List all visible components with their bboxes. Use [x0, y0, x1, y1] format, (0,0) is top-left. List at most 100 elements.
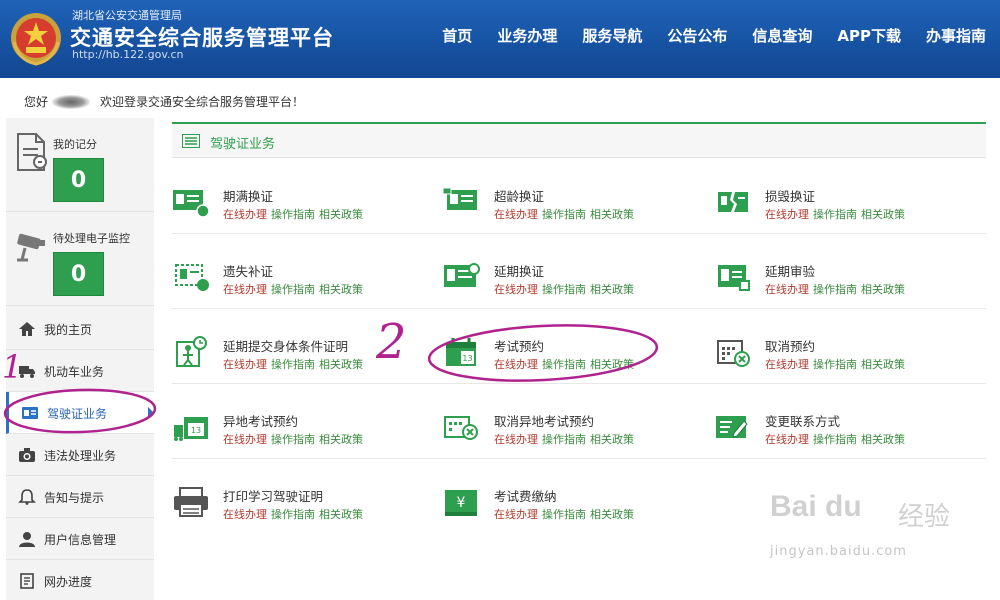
online-link[interactable]: 在线办理 — [223, 433, 267, 446]
guide-link[interactable]: 操作指南 — [542, 283, 586, 296]
service-name[interactable]: 打印学习驾驶证明 — [223, 486, 323, 505]
monitor-panel[interactable]: 待处理电子监控 0 — [6, 212, 154, 306]
sidebar-item-license[interactable]: 驾驶证业务 — [6, 392, 154, 434]
policy-link[interactable]: 相关政策 — [861, 358, 905, 371]
online-link[interactable]: 在线办理 — [494, 508, 538, 521]
sidebar-item-notice[interactable]: 告知与提示 — [6, 476, 154, 518]
service-links: 在线办理 操作指南 相关政策 — [223, 356, 367, 372]
online-link[interactable]: 在线办理 — [494, 358, 538, 371]
service-name[interactable]: 延期审验 — [765, 261, 815, 280]
policy-link[interactable]: 相关政策 — [861, 283, 905, 296]
policy-link[interactable]: 相关政策 — [319, 433, 363, 446]
welcome-text: 欢迎登录交通安全综合服务管理平台！ — [100, 95, 305, 109]
online-link[interactable]: 在线办理 — [223, 208, 267, 221]
monitor-count[interactable]: 0 — [53, 252, 104, 296]
policy-link[interactable]: 相关政策 — [861, 208, 905, 221]
row-divider — [172, 233, 986, 234]
sidebar-item-user[interactable]: 用户信息管理 — [6, 518, 154, 560]
guide-link[interactable]: 操作指南 — [271, 283, 315, 296]
sidebar-item-violation[interactable]: 违法处理业务 — [6, 434, 154, 476]
service-age-renew: 超龄换证 在线办理 操作指南 相关政策 — [443, 184, 693, 228]
policy-link[interactable]: 相关政策 — [590, 508, 634, 521]
service-name[interactable]: 延期提交身体条件证明 — [223, 336, 348, 355]
score-count[interactable]: 0 — [53, 158, 104, 202]
guide-link[interactable]: 操作指南 — [813, 358, 857, 371]
guide-link[interactable]: 操作指南 — [813, 283, 857, 296]
service-name[interactable]: 考试预约 — [494, 336, 544, 355]
license-lost-icon — [175, 264, 209, 291]
policy-link[interactable]: 相关政策 — [590, 358, 634, 371]
service-lost-replace: 遗失补证 在线办理 操作指南 相关政策 — [172, 259, 422, 303]
service-name[interactable]: 损毁换证 — [765, 186, 815, 205]
service-name[interactable]: 异地考试预约 — [223, 411, 298, 430]
service-name[interactable]: 变更联系方式 — [765, 411, 840, 430]
sidebar-item-label: 用户信息管理 — [44, 533, 117, 547]
main-nav: 首页 业务办理 服务导航 公告公布 信息查询 APP下载 办事指南 — [417, 25, 986, 46]
guide-link[interactable]: 操作指南 — [271, 508, 315, 521]
user-icon — [19, 532, 35, 547]
service-delay-review: 延期审验 在线办理 操作指南 相关政策 — [714, 259, 964, 303]
online-link[interactable]: 在线办理 — [494, 283, 538, 296]
service-name[interactable]: 考试费缴纳 — [494, 486, 557, 505]
online-link[interactable]: 在线办理 — [765, 358, 809, 371]
sidebar-item-progress[interactable]: 网办进度 — [6, 560, 154, 600]
service-name[interactable]: 取消异地考试预约 — [494, 411, 594, 430]
sidebar-item-label: 网办进度 — [44, 575, 93, 589]
service-damaged-renew: 损毁换证 在线办理 操作指南 相关政策 — [714, 184, 964, 228]
online-link[interactable]: 在线办理 — [765, 208, 809, 221]
guide-link[interactable]: 操作指南 — [271, 208, 315, 221]
online-link[interactable]: 在线办理 — [223, 508, 267, 521]
online-link[interactable]: 在线办理 — [223, 283, 267, 296]
nav-info-query[interactable]: 信息查询 — [752, 25, 812, 46]
nav-home[interactable]: 首页 — [442, 25, 472, 46]
health-proof-icon — [176, 336, 207, 367]
license-review-icon — [718, 265, 750, 291]
policy-link[interactable]: 相关政策 — [590, 208, 634, 221]
online-link[interactable]: 在线办理 — [765, 433, 809, 446]
edit-contact-icon — [716, 416, 748, 438]
svg-text:¥: ¥ — [457, 495, 466, 511]
service-name[interactable]: 超龄换证 — [494, 186, 544, 205]
nav-guide[interactable]: 办事指南 — [926, 25, 986, 46]
guide-link[interactable]: 操作指南 — [813, 208, 857, 221]
score-panel[interactable]: 我的记分 0 — [6, 118, 154, 212]
policy-link[interactable]: 相关政策 — [590, 433, 634, 446]
service-print-proof: 打印学习驾驶证明 在线办理 操作指南 相关政策 — [172, 484, 422, 528]
service-name[interactable]: 取消预约 — [765, 336, 815, 355]
policy-link[interactable]: 相关政策 — [590, 283, 634, 296]
nav-service-guide[interactable]: 服务导航 — [582, 25, 642, 46]
sidebar-item-vehicle[interactable]: 机动车业务 — [6, 350, 154, 392]
guide-link[interactable]: 操作指南 — [813, 433, 857, 446]
sidebar-item-home[interactable]: 我的主页 — [6, 308, 154, 350]
service-name[interactable]: 延期换证 — [494, 261, 544, 280]
policy-link[interactable]: 相关政策 — [319, 358, 363, 371]
guide-link[interactable]: 操作指南 — [271, 433, 315, 446]
guide-link[interactable]: 操作指南 — [542, 433, 586, 446]
service-links: 在线办理 操作指南 相关政策 — [494, 356, 638, 372]
greeting-prefix: 您好 — [24, 95, 49, 109]
online-link[interactable]: 在线办理 — [494, 208, 538, 221]
online-link[interactable]: 在线办理 — [765, 283, 809, 296]
policy-link[interactable]: 相关政策 — [861, 433, 905, 446]
service-links: 在线办理 操作指南 相关政策 — [223, 206, 367, 222]
nav-announcements[interactable]: 公告公布 — [667, 25, 727, 46]
service-name[interactable]: 遗失补证 — [223, 261, 273, 280]
policy-link[interactable]: 相关政策 — [319, 208, 363, 221]
policy-link[interactable]: 相关政策 — [319, 283, 363, 296]
guide-link[interactable]: 操作指南 — [542, 358, 586, 371]
online-link[interactable]: 在线办理 — [494, 433, 538, 446]
policy-link[interactable]: 相关政策 — [319, 508, 363, 521]
row-divider — [172, 458, 986, 459]
guide-link[interactable]: 操作指南 — [271, 358, 315, 371]
nav-business[interactable]: 业务办理 — [497, 25, 557, 46]
guide-link[interactable]: 操作指南 — [542, 208, 586, 221]
baidu-watermark: Bai du 经验 jingyan.baidu.com — [770, 490, 990, 580]
service-name[interactable]: 期满换证 — [223, 186, 273, 205]
nav-app-download[interactable]: APP下载 — [837, 25, 901, 46]
home-icon — [19, 322, 35, 336]
service-links: 在线办理 操作指南 相关政策 — [494, 506, 638, 522]
online-link[interactable]: 在线办理 — [223, 358, 267, 371]
service-links: 在线办理 操作指南 相关政策 — [765, 356, 909, 372]
exam-calendar-icon: 13 — [446, 338, 476, 366]
guide-link[interactable]: 操作指南 — [542, 508, 586, 521]
